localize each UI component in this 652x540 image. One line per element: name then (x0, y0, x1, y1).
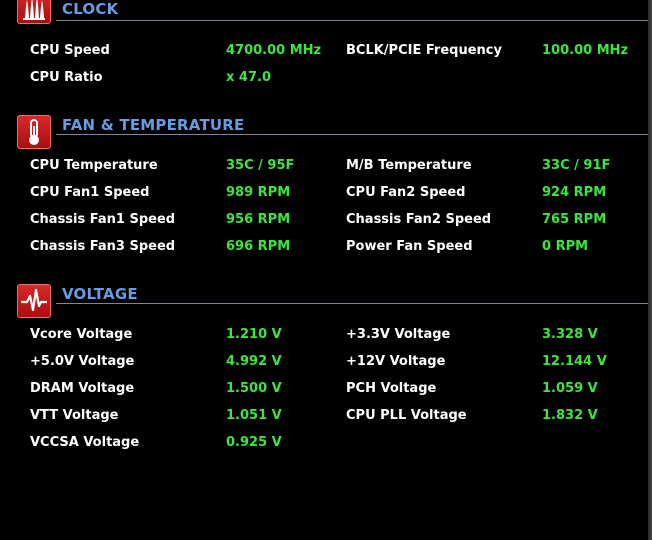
row-label: DRAM Voltage (30, 381, 135, 396)
row-value: 4700.00 MHz (226, 43, 322, 58)
table-row: VTT Voltage 1.051 V CPU PLL Voltage 1.83… (0, 408, 648, 428)
row-label: VTT Voltage (30, 408, 119, 423)
table-row: CPU Fan1 Speed 989 RPM CPU Fan2 Speed 92… (0, 185, 648, 205)
row-label: +12V Voltage (346, 354, 446, 369)
fan-temperature-section: FAN & TEMPERATURE (0, 115, 648, 149)
row-label: VCCSA Voltage (30, 435, 140, 450)
row-value: 100.00 MHz (542, 43, 629, 58)
row-label: CPU Temperature (30, 158, 158, 173)
voltage-title: VOLTAGE (62, 285, 138, 303)
row-value: 696 RPM (226, 239, 291, 254)
row-value: 12.144 V (542, 354, 607, 369)
table-row: VCCSA Voltage 0.925 V (0, 435, 648, 455)
row-label: Power Fan Speed (346, 239, 473, 254)
row-label: CPU PLL Voltage (346, 408, 467, 423)
table-row: Chassis Fan3 Speed 696 RPM Power Fan Spe… (0, 239, 648, 259)
hardware-monitor-panel: CLOCK CPU Speed 4700.00 MHz BCLK/PCIE Fr… (0, 0, 648, 540)
thermometer-icon (17, 115, 51, 149)
row-label: Chassis Fan3 Speed (30, 239, 176, 254)
row-value: 1.210 V (226, 327, 282, 342)
row-value: 33C / 91F (542, 158, 611, 173)
row-label: PCH Voltage (346, 381, 437, 396)
row-value: x 47.0 (226, 70, 271, 85)
row-value: 4.992 V (226, 354, 282, 369)
fan-title: FAN & TEMPERATURE (62, 116, 245, 134)
row-label: Chassis Fan2 Speed (346, 212, 492, 227)
row-label: Vcore Voltage (30, 327, 133, 342)
row-label: BCLK/PCIE Frequency (346, 43, 502, 58)
row-value: 3.328 V (542, 327, 598, 342)
row-value: 924 RPM (542, 185, 607, 200)
table-row: +5.0V Voltage 4.992 V +12V Voltage 12.14… (0, 354, 648, 374)
table-row: Chassis Fan1 Speed 956 RPM Chassis Fan2 … (0, 212, 648, 232)
row-value: 35C / 95F (226, 158, 295, 173)
row-value: 956 RPM (226, 212, 291, 227)
clock-bars-icon (17, 0, 51, 24)
fan-divider (56, 134, 648, 135)
voltage-header: VOLTAGE (0, 284, 648, 318)
row-label: CPU Ratio (30, 70, 103, 85)
clock-title: CLOCK (62, 0, 119, 18)
clock-header: CLOCK (0, 0, 648, 24)
row-value: 0 RPM (542, 239, 589, 254)
clock-divider (56, 20, 648, 21)
table-row: CPU Speed 4700.00 MHz BCLK/PCIE Frequenc… (0, 43, 648, 63)
table-row: CPU Ratio x 47.0 (0, 70, 648, 90)
clock-section: CLOCK (0, 0, 648, 24)
row-label: +5.0V Voltage (30, 354, 135, 369)
row-label: CPU Fan1 Speed (30, 185, 150, 200)
row-label: CPU Fan2 Speed (346, 185, 466, 200)
row-value: 1.832 V (542, 408, 598, 423)
row-label: +3.3V Voltage (346, 327, 451, 342)
row-label: Chassis Fan1 Speed (30, 212, 176, 227)
fan-header: FAN & TEMPERATURE (0, 115, 648, 149)
scroll-edge (648, 0, 652, 540)
row-value: 0.925 V (226, 435, 282, 450)
heartbeat-icon (17, 284, 51, 318)
row-value: 765 RPM (542, 212, 607, 227)
row-label: CPU Speed (30, 43, 110, 58)
table-row: CPU Temperature 35C / 95F M/B Temperatur… (0, 158, 648, 178)
row-value: 1.051 V (226, 408, 282, 423)
row-value: 1.500 V (226, 381, 282, 396)
voltage-divider (56, 303, 648, 304)
row-value: 1.059 V (542, 381, 598, 396)
table-row: DRAM Voltage 1.500 V PCH Voltage 1.059 V (0, 381, 648, 401)
table-row: Vcore Voltage 1.210 V +3.3V Voltage 3.32… (0, 327, 648, 347)
row-value: 989 RPM (226, 185, 291, 200)
voltage-section: VOLTAGE (0, 284, 648, 318)
row-label: M/B Temperature (346, 158, 472, 173)
